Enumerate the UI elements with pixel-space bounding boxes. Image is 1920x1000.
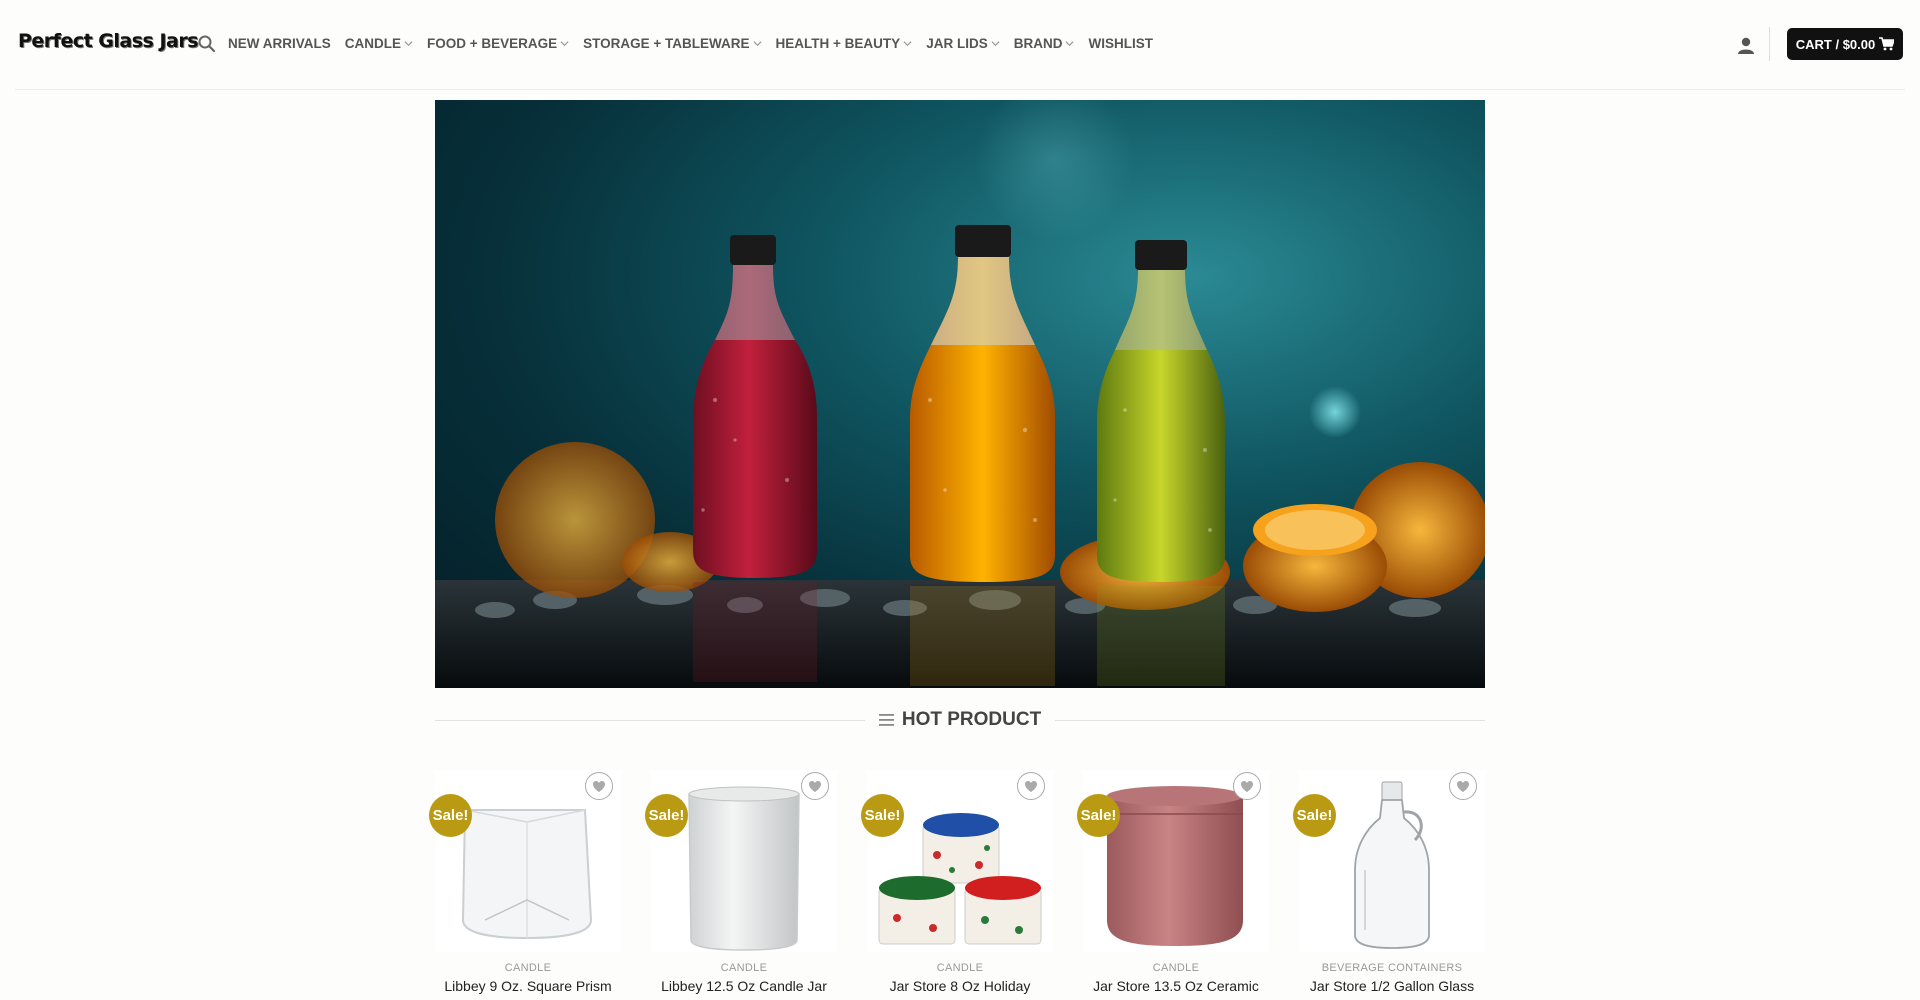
sale-badge: Sale! bbox=[1077, 794, 1120, 837]
chevron-down-icon bbox=[1065, 41, 1074, 47]
product-category: CANDLE bbox=[504, 962, 552, 974]
chevron-down-icon bbox=[991, 41, 1000, 47]
sale-badge: Sale! bbox=[645, 794, 688, 837]
product-card[interactable]: Sale! CANDLE Jar Store 8 Oz Holiday bbox=[861, 770, 1053, 1000]
site-header: Perfect Glass Jars NEW ARRIVALS CANDLE F… bbox=[0, 0, 1920, 90]
product-name[interactable]: Jar Store 13.5 Oz Ceramic bbox=[1073, 978, 1279, 994]
sale-badge: Sale! bbox=[1293, 794, 1336, 837]
section-divider-left bbox=[435, 719, 865, 721]
chevron-down-icon bbox=[404, 41, 413, 47]
section-header: HOT PRODUCT bbox=[435, 705, 1486, 735]
product-card[interactable]: Sale! BEVERAGE CONTAINERS Jar Store 1/2 … bbox=[1293, 770, 1485, 1000]
product-grid: Sale! CANDLE Libbey 9 Oz. Square Prism S… bbox=[429, 770, 1485, 1000]
section-divider-right bbox=[1055, 719, 1486, 721]
hero-banner[interactable] bbox=[435, 100, 1485, 688]
sale-badge: Sale! bbox=[429, 794, 472, 837]
heart-icon[interactable] bbox=[585, 772, 613, 800]
nav-health-beauty[interactable]: HEALTH + BEAUTY bbox=[776, 36, 913, 51]
product-category: CANDLE bbox=[720, 962, 768, 974]
search-icon[interactable] bbox=[197, 34, 217, 54]
product-name[interactable]: Libbey 12.5 Oz Candle Jar bbox=[641, 978, 847, 994]
product-card[interactable]: Sale! CANDLE Jar Store 13.5 Oz Ceramic bbox=[1077, 770, 1269, 1000]
section-title: HOT PRODUCT bbox=[901, 709, 1042, 730]
cart-label: CART / $0.00 bbox=[1795, 36, 1876, 52]
nav-new-arrivals[interactable]: NEW ARRIVALS bbox=[228, 36, 331, 51]
heart-icon[interactable] bbox=[801, 772, 829, 800]
product-card[interactable]: Sale! CANDLE Libbey 12.5 Oz Candle Jar bbox=[645, 770, 837, 1000]
nav-jar-lids[interactable]: JAR LIDS bbox=[926, 36, 1000, 51]
chevron-down-icon bbox=[753, 41, 762, 47]
cart-button[interactable]: CART / $0.00 bbox=[1787, 28, 1903, 60]
nav-food-beverage[interactable]: FOOD + BEVERAGE bbox=[427, 36, 569, 51]
product-name[interactable]: Jar Store 1/2 Gallon Glass bbox=[1289, 978, 1495, 994]
sale-badge: Sale! bbox=[861, 794, 904, 837]
chevron-down-icon bbox=[560, 41, 569, 47]
product-name[interactable]: Jar Store 8 Oz Holiday bbox=[857, 978, 1063, 994]
site-logo[interactable]: Perfect Glass Jars bbox=[18, 30, 199, 52]
nav-brand[interactable]: BRAND bbox=[1014, 36, 1075, 51]
cart-icon bbox=[1879, 37, 1895, 51]
header-divider bbox=[1769, 27, 1770, 61]
hero-image bbox=[435, 100, 1485, 688]
nav-storage-tableware[interactable]: STORAGE + TABLEWARE bbox=[583, 36, 762, 51]
product-category: CANDLE bbox=[1152, 962, 1200, 974]
product-name[interactable]: Libbey 9 Oz. Square Prism bbox=[425, 978, 631, 994]
logo-text: Perfect Glass Jars bbox=[18, 30, 199, 52]
menu-icon bbox=[878, 714, 894, 726]
product-category: BEVERAGE CONTAINERS bbox=[1321, 962, 1463, 974]
heart-icon[interactable] bbox=[1233, 772, 1261, 800]
heart-icon[interactable] bbox=[1017, 772, 1045, 800]
header-border bbox=[15, 89, 1905, 90]
heart-icon[interactable] bbox=[1449, 772, 1477, 800]
main-nav: NEW ARRIVALS CANDLE FOOD + BEVERAGE STOR… bbox=[228, 36, 1167, 51]
product-card[interactable]: Sale! CANDLE Libbey 9 Oz. Square Prism bbox=[429, 770, 621, 1000]
nav-wishlist[interactable]: WISHLIST bbox=[1088, 36, 1153, 51]
nav-candle[interactable]: CANDLE bbox=[345, 36, 413, 51]
chevron-down-icon bbox=[903, 41, 912, 47]
user-icon[interactable] bbox=[1736, 35, 1756, 55]
product-category: CANDLE bbox=[936, 962, 984, 974]
